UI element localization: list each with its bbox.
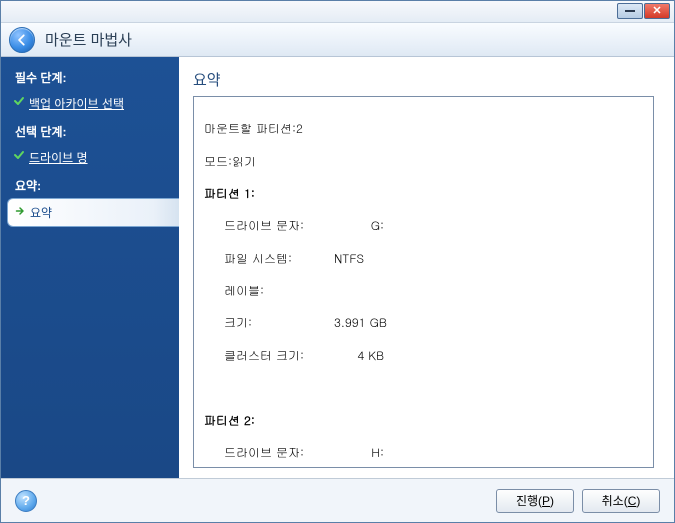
wizard-window: ✕ 마운트 마법사 필수 단계: 백업 아카이브 선택 선택 단계: (0, 0, 675, 523)
check-icon (13, 95, 25, 107)
sidebar-item-summary[interactable]: 요약 (7, 198, 179, 227)
drive-letter-value: G: (334, 218, 384, 234)
content-title: 요약 (193, 69, 654, 96)
size-label: 크기: (224, 315, 334, 331)
summary-box: 마운트할 파티션: 2 모드: 읽기 파티션 1: 드라이브 문자:G: 파일 … (193, 96, 654, 468)
help-button[interactable]: ? (15, 490, 37, 512)
sidebar-item-label: 드라이브 명 (29, 151, 88, 165)
sidebar-item-label: 백업 아카이브 선택 (29, 97, 124, 111)
body: 필수 단계: 백업 아카이브 선택 선택 단계: 드라이브 명 요약: 요 (1, 57, 674, 478)
mount-count: 2 (296, 121, 303, 137)
cancel-mnemonic: C (628, 494, 637, 508)
size-value: 3.991 GB (334, 315, 387, 331)
mount-label: 마운트할 파티션: (204, 121, 296, 137)
sidebar-optional-heading: 선택 단계: (1, 117, 179, 144)
sidebar-summary-heading: 요약: (1, 171, 179, 198)
close-icon: ✕ (652, 6, 661, 17)
help-icon: ? (22, 493, 30, 508)
drive-letter-value: H: (334, 445, 384, 461)
back-button[interactable] (9, 27, 35, 53)
cancel-button[interactable]: 취소(C) (582, 489, 660, 513)
cancel-label-post: ) (636, 494, 640, 508)
partition-heading: 파티션 2: (204, 413, 255, 429)
title-buttons: ✕ (617, 3, 670, 19)
fs-label: 파일 시스템: (224, 251, 334, 267)
proceed-button[interactable]: 진행(P) (496, 489, 574, 513)
proceed-label-pre: 진행( (516, 492, 542, 509)
sidebar-item-label: 요약 (30, 206, 52, 220)
sidebar-required-heading: 필수 단계: (1, 63, 179, 90)
back-arrow-icon (15, 33, 29, 47)
partition-heading: 파티션 1: (204, 186, 255, 202)
arrow-right-icon (14, 205, 26, 217)
header: 마운트 마법사 (1, 23, 674, 57)
sidebar-item-archive[interactable]: 백업 아카이브 선택 (1, 90, 179, 117)
minimize-icon (625, 10, 635, 12)
drive-letter-label: 드라이브 문자: (224, 445, 334, 461)
proceed-mnemonic: P (542, 494, 550, 508)
mode-value: 읽기 (232, 154, 256, 170)
sidebar: 필수 단계: 백업 아카이브 선택 선택 단계: 드라이브 명 요약: 요 (1, 57, 179, 478)
cluster-label: 클러스터 크기: (224, 348, 334, 364)
wizard-title: 마운트 마법사 (45, 29, 132, 50)
proceed-label-post: ) (550, 494, 554, 508)
drive-letter-label: 드라이브 문자: (224, 218, 334, 234)
sidebar-item-drive[interactable]: 드라이브 명 (1, 144, 179, 171)
close-button[interactable]: ✕ (644, 3, 670, 19)
mode-label: 모드: (204, 154, 232, 170)
label-value (334, 283, 384, 299)
minimize-button[interactable] (617, 3, 643, 19)
label-label: 레이블: (224, 283, 334, 299)
content: 요약 마운트할 파티션: 2 모드: 읽기 파티션 1: 드라이브 문자:G: … (179, 57, 674, 478)
check-icon (13, 149, 25, 161)
cancel-label-pre: 취소( (602, 492, 628, 509)
titlebar: ✕ (1, 1, 674, 23)
fs-value: NTFS (334, 251, 384, 267)
footer: ? 진행(P) 취소(C) (1, 478, 674, 522)
cluster-value: 4 KB (334, 348, 384, 364)
